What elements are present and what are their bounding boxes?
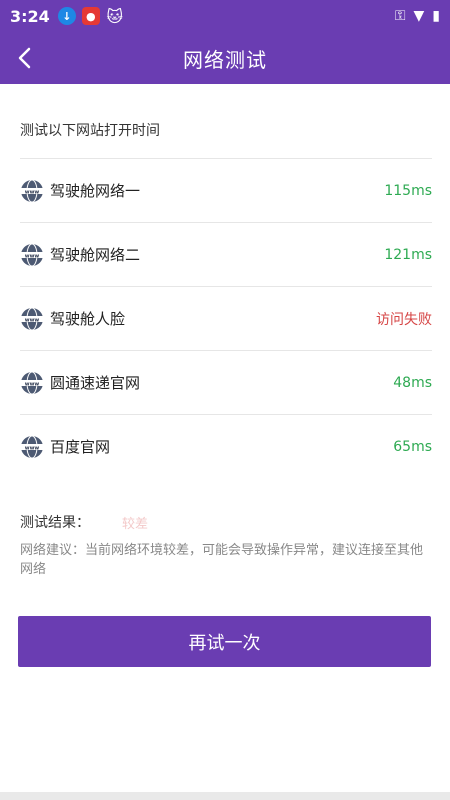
site-name: 驾驶舱人脸 bbox=[50, 310, 126, 328]
retry-button[interactable]: 再试一次 bbox=[18, 616, 431, 667]
site-response-time: 访问失败 bbox=[376, 311, 432, 328]
list-item: www 驾驶舱人脸 访问失败 bbox=[20, 286, 432, 350]
app-icon: ● bbox=[81, 7, 100, 25]
site-response-time: 48ms bbox=[393, 374, 432, 391]
intro-text: 测试以下网站打开时间 bbox=[20, 123, 160, 139]
svg-text:www: www bbox=[25, 253, 40, 259]
site-response-time: 65ms bbox=[393, 438, 432, 455]
list-item: www 圆通速递官网 48ms bbox=[20, 350, 432, 414]
bottom-edge bbox=[0, 792, 450, 800]
page-title: 网络测试 bbox=[183, 47, 267, 72]
chevron-left-icon bbox=[18, 47, 31, 69]
wifi-icon: ▼ bbox=[413, 8, 425, 24]
download-icon: ↓ bbox=[57, 7, 76, 25]
site-name: 驾驶舱网络一 bbox=[50, 182, 141, 200]
status-right-icons: ⚿ ▼ ▮ bbox=[395, 8, 440, 24]
network-advice: 网络建议：当前网络环境较差，可能会导致操作异常，建议连接至其他网络 bbox=[20, 543, 424, 577]
globe-www-icon: www bbox=[20, 243, 44, 266]
globe-www-icon: www bbox=[20, 307, 44, 330]
site-list: www 驾驶舱网络一 115ms www 驾驶舱网络二 121ms www 驾驶… bbox=[20, 158, 432, 478]
globe-www-icon: www bbox=[20, 435, 44, 458]
site-response-time: 121ms bbox=[384, 246, 432, 263]
nav-bar: 网络测试 bbox=[0, 32, 450, 84]
svg-text:www: www bbox=[25, 189, 40, 195]
battery-icon: ▮ bbox=[432, 8, 440, 24]
globe-www-icon: www bbox=[20, 179, 44, 202]
list-item: www 驾驶舱网络二 121ms bbox=[20, 222, 432, 286]
site-response-time: 115ms bbox=[384, 182, 432, 199]
site-name: 百度官网 bbox=[50, 438, 111, 456]
status-bar: 3:24 ↓ ● 🐱 ⚿ ▼ ▮ bbox=[0, 0, 450, 32]
list-item: www 百度官网 65ms bbox=[20, 414, 432, 478]
list-item: www 驾驶舱网络一 115ms bbox=[20, 158, 432, 222]
key-icon: ⚿ bbox=[394, 8, 406, 24]
back-button[interactable] bbox=[10, 44, 38, 72]
test-result-value: 较差 bbox=[122, 516, 149, 532]
test-result-label: 测试结果： bbox=[20, 515, 90, 531]
site-name: 圆通速递官网 bbox=[50, 374, 141, 392]
status-time: 3:24 bbox=[10, 6, 50, 26]
svg-text:www: www bbox=[25, 317, 40, 323]
site-name: 驾驶舱网络二 bbox=[50, 246, 141, 264]
globe-www-icon: www bbox=[20, 371, 44, 394]
cat-icon: 🐱 bbox=[106, 6, 124, 26]
svg-text:www: www bbox=[25, 381, 40, 387]
svg-text:www: www bbox=[25, 445, 40, 451]
test-result: 测试结果： 较差 bbox=[20, 512, 148, 532]
